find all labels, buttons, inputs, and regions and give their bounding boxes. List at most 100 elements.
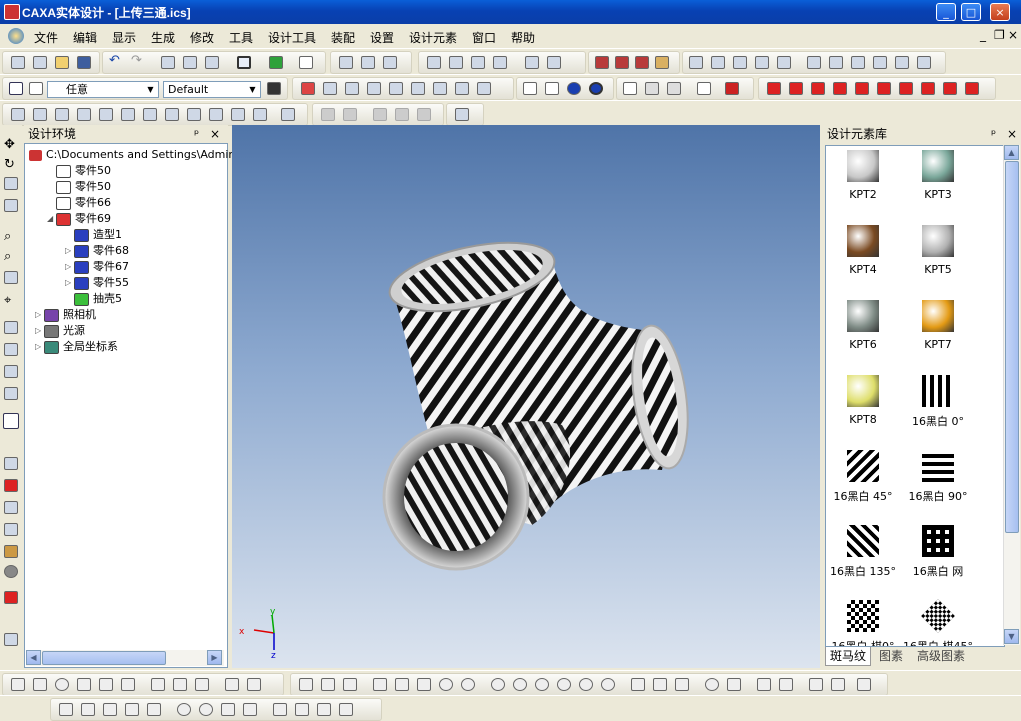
tool-c-icon[interactable]: [205, 56, 219, 69]
bottom-c-icon[interactable]: [55, 678, 69, 691]
fillet-tool-icon[interactable]: [809, 678, 823, 691]
view-e-icon[interactable]: [725, 82, 739, 95]
surface-c-icon[interactable]: [635, 56, 649, 69]
edit-c-icon[interactable]: [4, 501, 18, 514]
circle-c-icon[interactable]: [535, 678, 549, 691]
zoom-icon[interactable]: ⌕: [4, 229, 18, 244]
new-design-icon[interactable]: [11, 56, 25, 69]
sketch-k-icon[interactable]: [231, 108, 245, 121]
tree-hscrollbar[interactable]: ◀ ▶: [26, 650, 224, 666]
transform-f-icon[interactable]: [411, 82, 425, 95]
feature-c-icon[interactable]: [471, 56, 485, 69]
mdi-minimize-button[interactable]: _: [980, 28, 986, 42]
draw-e-icon[interactable]: [777, 56, 791, 69]
hidden-box-icon[interactable]: [545, 82, 559, 95]
surface-b-icon[interactable]: [615, 56, 629, 69]
view-bottom-icon[interactable]: [877, 82, 891, 95]
view-front-icon[interactable]: [767, 82, 781, 95]
chamfer-tool-icon[interactable]: [831, 678, 845, 691]
transform-c-icon[interactable]: [345, 82, 359, 95]
constraint-h-icon[interactable]: [221, 703, 235, 716]
tree-item[interactable]: ◢ 零件69: [47, 211, 111, 227]
circle-f-icon[interactable]: [601, 678, 615, 691]
library-item[interactable]: KPT7: [902, 300, 974, 351]
tree-structure-icon[interactable]: [267, 82, 281, 95]
scroll-right-icon[interactable]: ▶: [207, 650, 222, 665]
menu-generate[interactable]: 生成: [151, 29, 175, 46]
select-filter-combo[interactable]: 任意 ▼: [47, 81, 159, 98]
bottom-f-icon[interactable]: [121, 678, 135, 691]
draw-b-icon[interactable]: [711, 56, 725, 69]
draw-f-icon[interactable]: [807, 56, 821, 69]
view-iso-icon[interactable]: [899, 82, 913, 95]
edit-b-icon[interactable]: [4, 479, 18, 492]
tree-item[interactable]: 零件66: [47, 195, 111, 211]
tree-item[interactable]: ▷ 零件68: [65, 243, 129, 259]
transform-h-icon[interactable]: [455, 82, 469, 95]
tool-a-icon[interactable]: [161, 56, 175, 69]
transform-b-icon[interactable]: [323, 82, 337, 95]
library-item[interactable]: KPT2: [827, 150, 899, 201]
sketch-f-icon[interactable]: [121, 108, 135, 121]
bottom-e-icon[interactable]: [99, 678, 113, 691]
arc-b-icon[interactable]: [653, 678, 667, 691]
rect-tool-icon[interactable]: [417, 678, 431, 691]
mdi-close-button[interactable]: ×: [1008, 28, 1018, 42]
view-d-icon[interactable]: [697, 82, 711, 95]
tab-zebra[interactable]: 斑马纹: [825, 647, 872, 666]
paint-icon[interactable]: [3, 413, 19, 429]
draw-i-icon[interactable]: [873, 56, 887, 69]
link-tool-icon[interactable]: [395, 678, 409, 691]
target-icon[interactable]: ⌖: [4, 293, 18, 308]
expander-icon[interactable]: ▷: [35, 339, 44, 355]
view-a-icon[interactable]: [623, 82, 637, 95]
fit-icon[interactable]: [4, 271, 18, 284]
library-item[interactable]: 16黑白 棋0°: [827, 600, 899, 646]
constraint-l-icon[interactable]: [317, 703, 331, 716]
menu-file[interactable]: 文件: [34, 29, 58, 46]
edit-d-icon[interactable]: [4, 523, 18, 536]
view-left-icon[interactable]: [811, 82, 825, 95]
draw-a-icon[interactable]: [689, 56, 703, 69]
constraint-m-icon[interactable]: [339, 703, 353, 716]
expander-icon[interactable]: ▷: [65, 259, 74, 275]
app-icon[interactable]: [4, 4, 20, 20]
edit-f-icon[interactable]: [4, 565, 18, 578]
constraint-a-icon[interactable]: [59, 703, 73, 716]
pin-icon[interactable]: ᵖ: [194, 125, 199, 143]
constraint-i-icon[interactable]: [243, 703, 257, 716]
view-iso3-icon[interactable]: [943, 82, 957, 95]
feature-b-icon[interactable]: [449, 56, 463, 69]
library-item[interactable]: 16黑白 0°: [902, 375, 974, 429]
bottom-b-icon[interactable]: [33, 678, 47, 691]
menu-tools[interactable]: 工具: [229, 29, 253, 46]
trim-tool-icon[interactable]: [757, 678, 771, 691]
tool-b-icon[interactable]: [183, 56, 197, 69]
library-item[interactable]: 16黑白 棋45°: [902, 599, 974, 646]
menu-settings[interactable]: 设置: [370, 29, 394, 46]
constraint-f-icon[interactable]: [177, 703, 191, 716]
draw-g-icon[interactable]: [829, 56, 843, 69]
tree-item[interactable]: ▷ 照相机: [35, 307, 96, 323]
wire-box-icon[interactable]: [523, 82, 537, 95]
menu-help[interactable]: 帮助: [511, 29, 535, 46]
view-back-icon[interactable]: [789, 82, 803, 95]
circle-e-icon[interactable]: [579, 678, 593, 691]
expander-icon[interactable]: ▷: [65, 243, 74, 259]
zoom-window-icon[interactable]: ⌕: [4, 249, 18, 264]
view-b-icon[interactable]: [645, 82, 659, 95]
select-filter-icon[interactable]: [29, 82, 43, 95]
close-button[interactable]: ×: [990, 3, 1010, 21]
bottom-a-icon[interactable]: [11, 678, 25, 691]
surface-d-icon[interactable]: [655, 56, 669, 69]
bottom-d-icon[interactable]: [77, 678, 91, 691]
orbit-icon[interactable]: [4, 177, 18, 190]
arc-c-icon[interactable]: [675, 678, 689, 691]
maximize-button[interactable]: □: [961, 3, 981, 21]
library-vscrollbar[interactable]: ▲ ▼: [1003, 145, 1020, 645]
constraint-b-icon[interactable]: [81, 703, 95, 716]
tree-item[interactable]: ▷ 光源: [35, 323, 85, 339]
expander-icon[interactable]: ▷: [35, 323, 44, 339]
tree-item[interactable]: ▷ 零件67: [65, 259, 129, 275]
tree-item[interactable]: ▷ 零件55: [65, 275, 129, 291]
